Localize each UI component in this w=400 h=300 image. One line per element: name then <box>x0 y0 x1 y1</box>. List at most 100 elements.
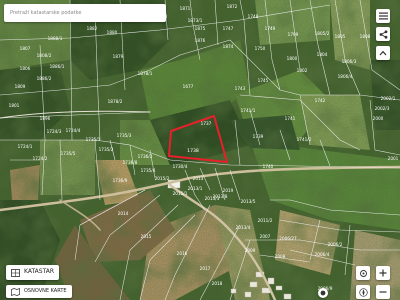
parcel-number-label: 2013/8 <box>213 194 228 199</box>
parcel-number-label: 1741/2 <box>297 137 312 142</box>
katastar-label: KATASTAR <box>24 268 55 276</box>
parcel-number-label: 2002/1 <box>381 96 396 101</box>
search-input[interactable] <box>4 4 166 22</box>
parcel-number-label: 1741/1 <box>241 108 256 113</box>
parcel-number-label: 1743 <box>235 86 246 91</box>
parcel-number-label: 2009 <box>245 248 256 253</box>
osnovne-karte-label: OSNOVNE KARTE <box>24 287 67 294</box>
parcel-number-label: 2016 <box>177 251 188 256</box>
parcel-number-label: 2018 <box>212 281 223 286</box>
minus-icon <box>379 291 387 293</box>
parcel-number-label: 1886/1 <box>50 64 65 69</box>
plus-icon <box>379 269 387 277</box>
parcel-number-label: 1735/4 <box>141 168 156 173</box>
parcel-number-label: 2002/3 <box>375 106 390 111</box>
parcel-number-label: 1878/2 <box>108 99 123 104</box>
parcel-number-label: 1735/3 <box>117 133 132 138</box>
parcel-number-label: 2015 <box>141 234 152 239</box>
parcel-number-label: 1805/2 <box>315 31 330 36</box>
parcel-number-label: 2019 <box>223 188 234 193</box>
help-button[interactable] <box>318 288 328 298</box>
hamburger-menu-icon <box>378 12 388 20</box>
parcel-number-label: 1742 <box>315 98 326 103</box>
share-button[interactable] <box>376 27 390 41</box>
parcel-number-label: 1736/2 <box>138 154 153 159</box>
menu-button[interactable] <box>376 9 390 23</box>
parcel-number-label: 2007 <box>260 234 271 239</box>
parcel-number-label: 1888/1 <box>48 36 63 41</box>
cadastre-layers-icon <box>11 268 20 277</box>
parcel-number-label: 1724/1 <box>18 144 33 149</box>
locate-target-icon <box>359 269 367 277</box>
parcel-number-label: 1735/1 <box>86 137 101 142</box>
aerial-map[interactable]: 187118721873/118741875187618031880188218… <box>0 0 400 300</box>
parcel-number-label: 2013/4 <box>236 225 251 230</box>
parcel-number-label: 1735/5 <box>61 151 76 156</box>
parcel-number-label: 1806/3 <box>342 59 357 64</box>
search-bar[interactable] <box>4 4 166 22</box>
parcel-number-label: 1873/1 <box>188 18 203 23</box>
share-icon <box>379 29 387 39</box>
parcel-number-label: 1747 <box>223 26 234 31</box>
parcel-number-label: 1724/3 <box>47 129 62 134</box>
parcel-number-label: 2013/1 <box>188 186 203 191</box>
parcel-number-label: 1806/4 <box>338 74 353 79</box>
parcel-number-label: 1724/2 <box>33 156 48 161</box>
parcel-number-label: 1736/9 <box>113 178 128 183</box>
parcel-number-label: 2006/2 <box>328 242 343 247</box>
parcel-number-label: 1875 <box>195 26 206 31</box>
parcel-number-label: 1805 <box>335 34 346 39</box>
terrain-texture <box>0 0 400 300</box>
selected-parcel-label: 1738 <box>187 148 199 154</box>
parcel-number-label: 1802 <box>297 68 308 73</box>
parcel-number-label: 1808 <box>360 34 371 39</box>
parcel-number-label: 1736/8 <box>123 160 138 165</box>
compass-button[interactable] <box>356 285 370 299</box>
parcel-number-label: 1799 <box>288 32 299 37</box>
chevron-up-icon <box>379 50 387 56</box>
parcel-number-label: 1750 <box>255 46 266 51</box>
parcel-number-label: 1800 <box>287 56 298 61</box>
parcel-number-label: 2008 <box>275 254 286 259</box>
parcel-number-label: 1807 <box>20 46 31 51</box>
parcel-number-label: 1809 <box>15 84 26 89</box>
basemap-icon <box>11 287 20 296</box>
parcel-number-label: 1879 <box>113 54 124 59</box>
parcel-number-label: 1745 <box>258 78 269 83</box>
parcel-number-label: 1876 <box>195 38 206 43</box>
parcel-number-label: 1878/1 <box>138 71 153 76</box>
parcel-number-label: 1749 <box>265 26 276 31</box>
locate-button[interactable] <box>356 266 370 280</box>
parcel-number-label: 2015/2 <box>155 176 170 181</box>
osnovne-karte-layer-button[interactable]: OSNOVNE KARTE <box>6 285 72 298</box>
parcel-number-label: 1740 <box>263 164 274 169</box>
parcel-number-label: 2017 <box>200 266 211 271</box>
parcel-number-label: 1896 <box>40 116 51 121</box>
parcel-number-label: 1882 <box>87 26 98 31</box>
expand-button[interactable] <box>376 46 390 60</box>
parcel-number-label: 1886/2 <box>37 76 52 81</box>
parcel-number-label: 1737 <box>201 121 212 126</box>
parcel-number-label: 1677 <box>183 84 194 89</box>
parcel-number-label: 1735/2 <box>99 147 114 152</box>
parcel-number-label: 2000 <box>373 116 384 121</box>
parcel-number-label: 2006/27 <box>279 236 297 241</box>
parcel-number-label: 2014 <box>118 211 129 216</box>
zoom-in-button[interactable] <box>376 266 390 280</box>
parcel-number-label: 1724/4 <box>66 128 81 133</box>
parcel-number-label: 1801 <box>9 103 20 108</box>
parcel-number-label: 1872 <box>227 4 238 9</box>
parcel-number-label: 1871 <box>180 6 191 11</box>
parcel-number-label: 1739 <box>253 134 264 139</box>
parcel-number-label: 1880 <box>107 30 118 35</box>
map-canvas[interactable]: 187118721873/118741875187618031880188218… <box>0 0 400 300</box>
help-icon <box>320 290 326 296</box>
parcel-number-label: 1741 <box>285 116 296 121</box>
parcel-number-label: 2015/1 <box>173 191 188 196</box>
zoom-out-button[interactable] <box>376 285 390 299</box>
compass-icon <box>358 287 368 297</box>
parcel-number-label: 2011/2 <box>258 218 273 223</box>
parcel-number-label: 2013/5 <box>241 199 256 204</box>
parcel-number-label: 2006/4 <box>315 252 330 257</box>
katastar-layer-button[interactable]: KATASTAR <box>6 265 60 280</box>
